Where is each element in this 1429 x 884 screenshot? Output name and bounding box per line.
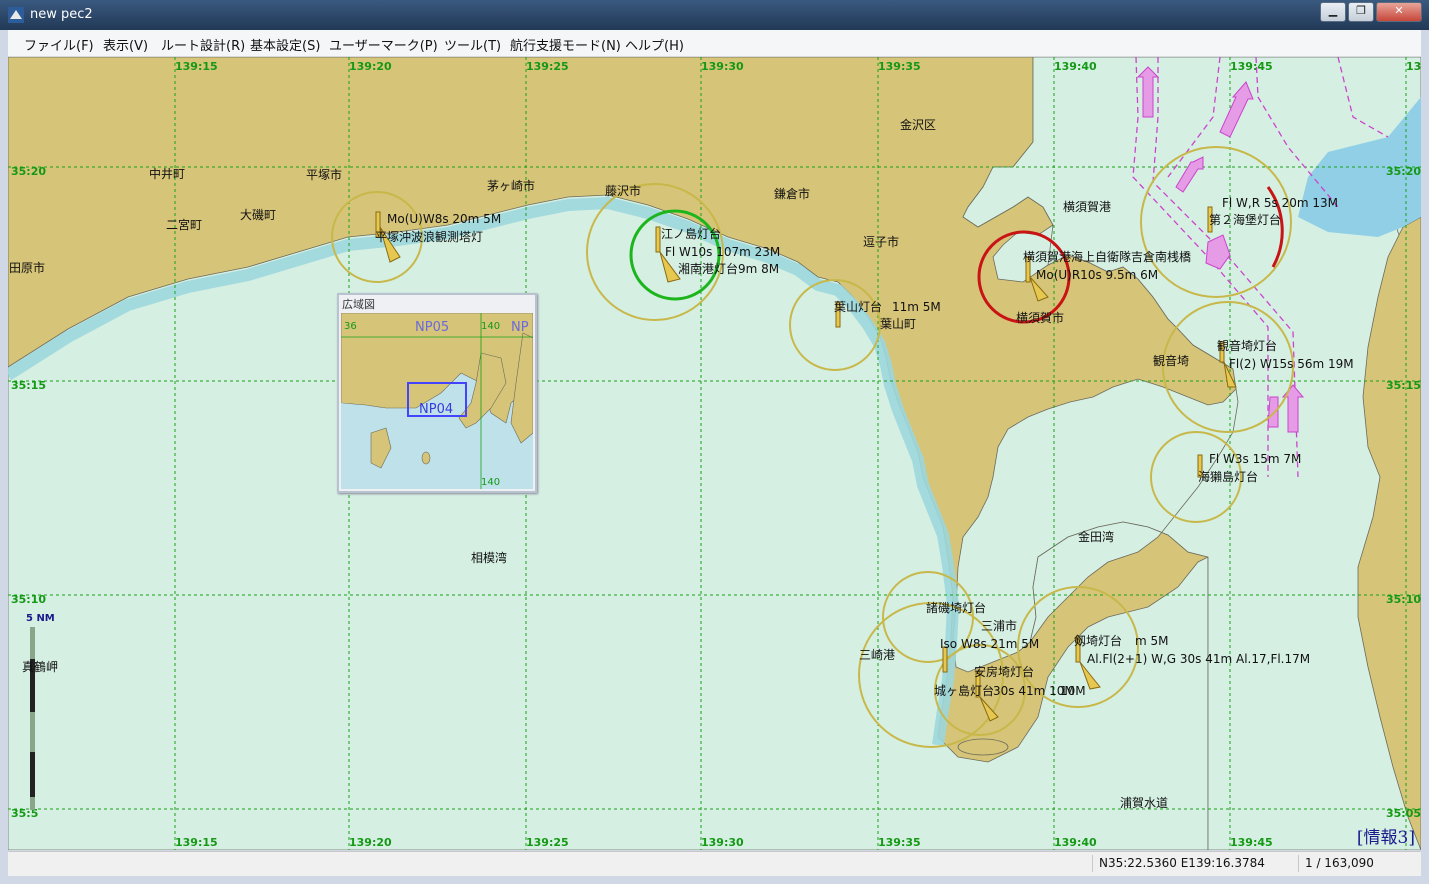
overview-chart-np04: NP04 [419, 402, 453, 417]
app-window: new pec2 ▁ ❐ ✕ ファイル(F) 表示(V) ルート設計(R) 基本… [0, 0, 1429, 884]
lon-top-4: 139:30 [701, 60, 744, 73]
place-odawara: 田原市 [9, 260, 45, 275]
place-zushi: 逗子市 [863, 234, 899, 249]
lat-left-1: 35:20 [11, 165, 46, 178]
light-umihotaru-char: Fl W3s 15m 7M [1209, 452, 1301, 466]
lon-top-2: 139:20 [349, 60, 392, 73]
light-daini-kaiho: 第２海堡灯台 [1209, 212, 1281, 227]
overview-chart-np: NP [511, 320, 529, 335]
cursor-coordinates: N35:22.5360 E139:16.3784 [1092, 855, 1295, 872]
place-manazuru: 真鶴岬 [22, 659, 58, 674]
menu-tools[interactable]: ツール(T) [444, 35, 501, 54]
light-yokosuka-naval: 横須賀港海上自衛隊吉倉南桟橋 [1023, 249, 1191, 264]
nautical-chart: 139:15 139:20 139:25 139:30 139:35 139:4… [8, 57, 1421, 850]
place-kanazawa: 金沢区 [900, 117, 936, 132]
place-nakai: 中井町 [149, 166, 185, 181]
menu-view[interactable]: 表示(V) [103, 35, 148, 54]
overview-lon: 140 [481, 321, 500, 332]
place-hiratsuka: 平塚市 [306, 167, 342, 182]
light-tsurugisaki: 剱埼灯台 [1074, 633, 1122, 648]
overview-title: 広域図 [342, 298, 375, 311]
light-hayama-char: 11m 5M [892, 300, 941, 314]
status-bar: N35:22.5360 E139:16.3784 1 / 163,090 [8, 851, 1421, 876]
jogashima-island [957, 738, 1009, 756]
place-chigasaki: 茅ヶ崎市 [487, 178, 535, 193]
light-kannonzaki: 観音埼灯台 [1217, 338, 1277, 353]
place-hayama: 葉山町 [880, 317, 916, 331]
light-daini-kaiho-char: Fl W,R 5s 20m 13M [1222, 196, 1338, 210]
minimize-button[interactable]: ▁ [1320, 2, 1346, 22]
place-miura: 三浦市 [981, 618, 1017, 633]
lon-top-3: 139:25 [526, 60, 569, 73]
chart-scale: 1 / 163,090 [1298, 855, 1415, 872]
light-hiratsuka: 平塚沖波浪観測塔灯 [375, 229, 483, 244]
light-kannonzaki-char: Fl(2) W15s 56m 19M [1229, 357, 1354, 371]
lon-bottom-2: 139:20 [349, 836, 392, 849]
light-jogashima: 城ヶ島灯台 [934, 683, 994, 698]
overview-lat: 36 [344, 321, 357, 332]
light-moroiso: 諸磯埼灯台 [926, 600, 986, 615]
lat-left-2: 35:15 [11, 379, 46, 392]
place-kannonzaki: 観音埼 [1153, 353, 1189, 368]
app-icon [8, 7, 24, 23]
lon-bottom-1: 139:15 [175, 836, 218, 849]
light-moroiso-char: Iso W8s 21m 5M [940, 637, 1039, 651]
overview-map: 36 140 NP05 NP NP04 140 [341, 313, 533, 489]
lat-right-1: 35:20 [1386, 165, 1421, 178]
place-yokosuka-port: 横須賀港 [1063, 200, 1111, 214]
light-enoshima: 江ノ島灯台 [661, 226, 721, 241]
lon-bottom-3: 139:25 [526, 836, 569, 849]
lon-bottom-7: 139:45 [1230, 836, 1273, 849]
info-tag: [情報3] [1356, 828, 1415, 848]
place-oiso: 大磯町 [240, 208, 276, 222]
light-tsurugisaki-char2: Al.Fl(2+1) W,G 30s 41m Al.17,Fl.17M [1087, 652, 1310, 666]
lon-top-6: 139:40 [1054, 60, 1097, 73]
menu-nav-support[interactable]: 航行支援モード(N) [510, 35, 621, 54]
place-fujisawa: 藤沢市 [605, 183, 641, 198]
lon-top-1: 139:15 [175, 60, 218, 73]
light-awasaki: 安房埼灯台 [974, 664, 1034, 679]
light-enoshima-char: Fl W10s 107m 23M [665, 245, 780, 259]
lon-bottom-6: 139:40 [1054, 836, 1097, 849]
menu-help[interactable]: ヘルプ(H) [625, 35, 684, 54]
chart-view[interactable]: 139:15 139:20 139:25 139:30 139:35 139:4… [8, 57, 1421, 850]
light-hiratsuka-char: Mo(U)W8s 20m 5M [387, 212, 501, 226]
lat-right-4: 35:05 [1386, 807, 1421, 820]
overview-panel[interactable]: 広域図 36 140 NP05 NP NP04 140 [337, 293, 537, 493]
title-bar: new pec2 ▁ ❐ ✕ [0, 0, 1429, 30]
lat-left-3: 35:10 [11, 593, 46, 606]
light-yokosuka-naval-char: Mo(U)R10s 9.5m 6M [1036, 268, 1158, 282]
light-shonan: 湘南港灯台 [678, 261, 738, 276]
light-hayama: 葉山灯台 [834, 299, 882, 314]
menu-file[interactable]: ファイル(F) [24, 35, 94, 54]
menu-user-mark[interactable]: ユーザーマーク(P) [329, 35, 438, 54]
light-shonan-char: 9m 8M [738, 262, 779, 276]
place-kamakura: 鎌倉市 [774, 186, 810, 201]
light-tsurugisaki-char: m 5M [1135, 634, 1169, 648]
menu-route[interactable]: ルート設計(R) [161, 35, 245, 54]
place-yokosuka-city: 横須賀市 [1016, 310, 1064, 325]
place-uraga: 浦賀水道 [1120, 796, 1168, 810]
close-button[interactable]: ✕ [1376, 2, 1422, 22]
place-kanedawan: 金田湾 [1078, 529, 1114, 544]
light-umihotaru: 海獺島灯台 [1198, 469, 1258, 484]
menu-settings[interactable]: 基本設定(S) [250, 35, 320, 54]
lon-top-5: 139:35 [878, 60, 921, 73]
lon-bottom-5: 139:35 [878, 836, 921, 849]
overview-bottom-lon: 140 [481, 477, 500, 488]
place-misaki: 三崎港 [859, 648, 895, 662]
maximize-button[interactable]: ❐ [1348, 2, 1374, 22]
lat-right-3: 35:10 [1386, 593, 1421, 606]
window-title: new pec2 [30, 7, 93, 22]
menu-bar: ファイル(F) 表示(V) ルート設計(R) 基本設定(S) ユーザーマーク(P… [8, 30, 1421, 57]
scale-label: 5 NM [26, 613, 55, 624]
lon-top-7: 139:45 [1230, 60, 1273, 73]
lat-right-2: 35:15 [1386, 379, 1421, 392]
light-jogashima-char: 30s 41m 10M [993, 684, 1075, 698]
lon-bottom-4: 139:30 [701, 836, 744, 849]
lon-top-8: 13 [1406, 60, 1421, 73]
place-sagamiwan: 相模湾 [471, 550, 507, 565]
overview-chart-np05: NP05 [415, 320, 449, 335]
place-ninomiya: 二宮町 [166, 217, 202, 232]
